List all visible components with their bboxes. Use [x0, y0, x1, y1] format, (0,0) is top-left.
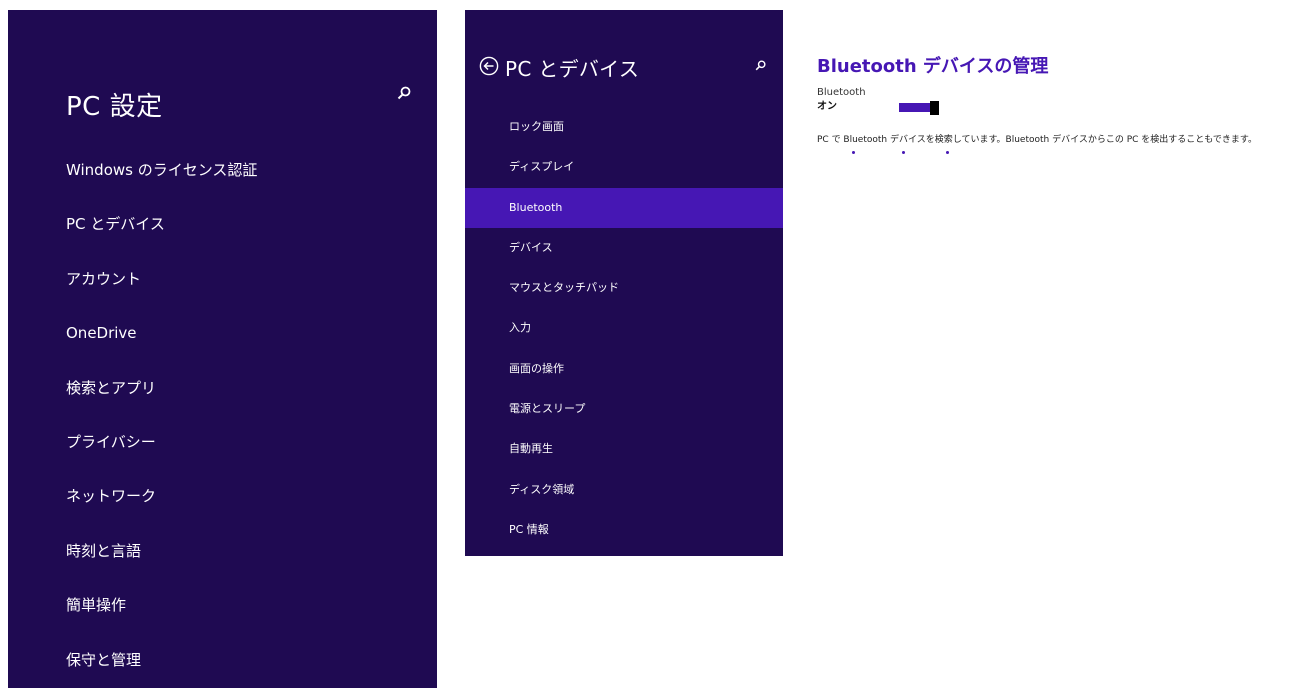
nav-item-onedrive[interactable]: OneDrive: [8, 306, 437, 360]
nav-item-lock-screen[interactable]: ロック画面: [465, 107, 783, 147]
nav-item-search-and-apps[interactable]: 検索とアプリ: [8, 361, 437, 415]
search-icon[interactable]: [397, 86, 411, 100]
nav-item-accounts[interactable]: アカウント: [8, 252, 437, 306]
pc-devices-title: PC とデバイス: [505, 57, 640, 81]
nav-item-display[interactable]: ディスプレイ: [465, 147, 783, 187]
nav-item-bluetooth[interactable]: Bluetooth: [465, 187, 783, 228]
nav-item-privacy[interactable]: プライバシー: [8, 415, 437, 469]
nav-item-typing[interactable]: 入力: [465, 308, 783, 348]
nav-item-disk-space[interactable]: ディスク領域: [465, 470, 783, 510]
pc-settings-panel: PC 設定 Windows のライセンス認証 PC とデバイス アカウント On…: [8, 10, 437, 688]
searching-progress-indicator: [817, 149, 1307, 159]
progress-dot: [902, 151, 905, 154]
bluetooth-toggle-state: オン: [817, 101, 837, 112]
progress-dot: [852, 151, 855, 154]
nav-item-ease-of-access[interactable]: 簡単操作: [8, 578, 437, 632]
page-title: Bluetooth デバイスの管理: [817, 56, 1049, 77]
bluetooth-toggle-switch[interactable]: [899, 101, 939, 115]
progress-dot: [946, 151, 949, 154]
toggle-thumb[interactable]: [930, 101, 939, 115]
back-arrow-icon[interactable]: [479, 56, 499, 76]
bluetooth-toggle-row: オン: [817, 100, 1307, 116]
nav-item-time-and-language[interactable]: 時刻と言語: [8, 524, 437, 578]
pc-devices-nav: ロック画面 ディスプレイ Bluetooth デバイス マウスとタッチパッド 入…: [465, 107, 783, 550]
search-icon[interactable]: [755, 60, 766, 71]
nav-item-windows-activation[interactable]: Windows のライセンス認証: [8, 143, 437, 197]
screen: PC 設定 Windows のライセンス認証 PC とデバイス アカウント On…: [0, 0, 1313, 688]
nav-item-corners-and-edges[interactable]: 画面の操作: [465, 349, 783, 389]
pc-settings-nav: Windows のライセンス認証 PC とデバイス アカウント OneDrive…: [8, 143, 437, 687]
nav-item-power-and-sleep[interactable]: 電源とスリープ: [465, 389, 783, 429]
pc-settings-title: PC 設定: [66, 92, 163, 122]
bluetooth-content: Bluetooth デバイスの管理 Bluetooth オン PC で Blue…: [817, 54, 1307, 159]
bluetooth-status-text: PC で Bluetooth デバイスを検索しています。Bluetooth デバ…: [817, 135, 1258, 145]
nav-item-mouse-and-touchpad[interactable]: マウスとタッチパッド: [465, 268, 783, 308]
nav-item-network[interactable]: ネットワーク: [8, 469, 437, 523]
pc-devices-panel: PC とデバイス ロック画面 ディスプレイ Bluetooth デバイス マウス…: [465, 10, 783, 556]
nav-item-pc-info[interactable]: PC 情報: [465, 510, 783, 550]
nav-item-update-and-recovery[interactable]: 保守と管理: [8, 633, 437, 687]
bluetooth-toggle-label: Bluetooth: [817, 87, 866, 98]
nav-item-autoplay[interactable]: 自動再生: [465, 429, 783, 469]
nav-item-pc-and-devices[interactable]: PC とデバイス: [8, 197, 437, 251]
nav-item-devices[interactable]: デバイス: [465, 228, 783, 268]
